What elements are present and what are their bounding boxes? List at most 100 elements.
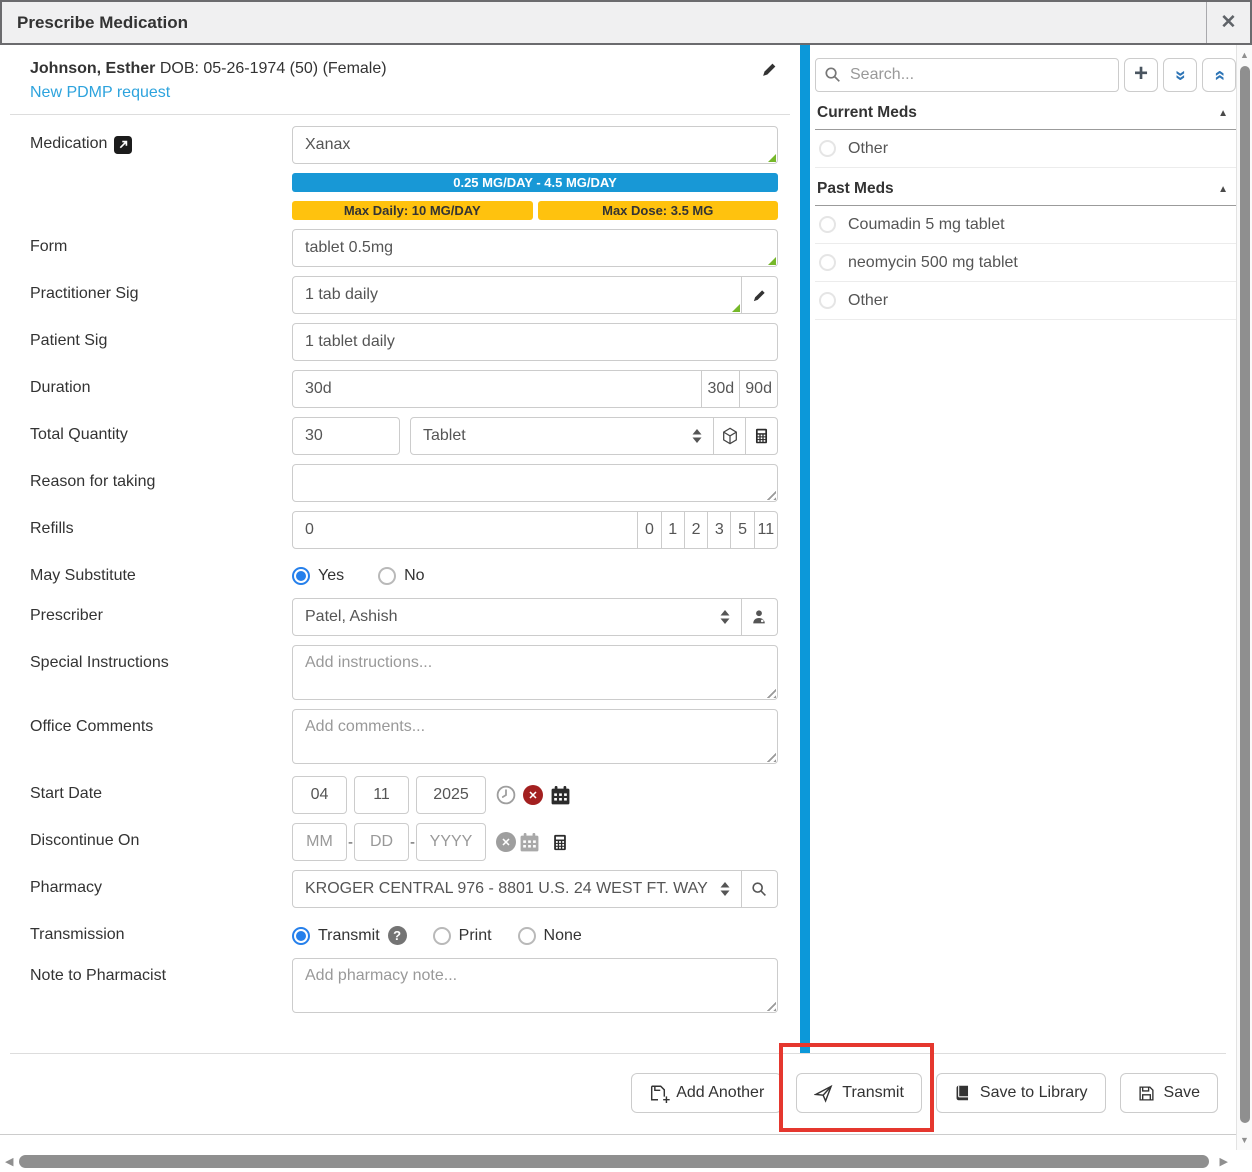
dispense-unit-button[interactable]	[713, 417, 746, 455]
prescriber-select[interactable]: Patel, Ashish	[292, 598, 742, 636]
bottom-separator	[0, 1134, 1236, 1135]
quantity-unit-select[interactable]: Tablet	[410, 417, 714, 455]
special-instructions-label: Special Instructions	[30, 654, 169, 672]
doctor-icon	[751, 609, 767, 625]
transmission-none-radio[interactable]	[518, 927, 536, 945]
close-icon: ✕	[1221, 11, 1237, 34]
quantity-unit-value: Tablet	[423, 427, 685, 445]
calculate-date-icon[interactable]	[551, 833, 569, 852]
past-med-item-coumadin[interactable]: Coumadin 5 mg tablet	[815, 206, 1236, 244]
current-meds-header[interactable]: Current Meds ▲	[815, 92, 1236, 130]
reason-input[interactable]	[292, 464, 778, 502]
collapse-triangle-icon[interactable]: ▲	[1218, 184, 1228, 195]
total-quantity-label: Total Quantity	[30, 426, 128, 444]
meds-sidebar: + » » Current Meds ▲ Other Past Meds ▲	[810, 45, 1236, 1053]
current-med-item-other[interactable]: Other	[815, 130, 1236, 168]
note-to-pharmacist-label: Note to Pharmacist	[30, 967, 166, 985]
past-med-item-neomycin[interactable]: neomycin 500 mg tablet	[815, 244, 1236, 282]
close-button[interactable]: ✕	[1206, 2, 1250, 43]
substitute-yes-radio[interactable]	[292, 567, 310, 585]
scroll-right-arrow-icon[interactable]: ▶	[1220, 1150, 1228, 1172]
save-to-library-button[interactable]: Save to Library	[936, 1073, 1106, 1113]
refills-quick-1-button[interactable]: 1	[661, 511, 685, 549]
practitioner-sig-label: Practitioner Sig	[30, 285, 139, 303]
clear-discontinue-date-icon[interactable]: ✕	[496, 832, 516, 852]
duration-input[interactable]	[292, 370, 702, 408]
refills-quick-11-button[interactable]: 11	[754, 511, 778, 549]
refills-quick-3-button[interactable]: 3	[707, 511, 731, 549]
form-input[interactable]: tablet 0.5mg	[292, 229, 778, 267]
header-separator	[10, 114, 790, 115]
refills-quick-2-button[interactable]: 2	[684, 511, 708, 549]
scroll-left-arrow-icon[interactable]: ◀	[5, 1150, 13, 1172]
refills-quick-5-button[interactable]: 5	[730, 511, 754, 549]
external-link-icon[interactable]	[114, 136, 132, 154]
past-meds-header[interactable]: Past Meds ▲	[815, 168, 1236, 206]
transmission-transmit-label: Transmit	[318, 927, 380, 945]
horizontal-scroll-thumb[interactable]	[19, 1155, 1209, 1168]
prescriber-info-button[interactable]	[741, 598, 778, 636]
calculator-icon	[753, 427, 770, 445]
expand-all-button[interactable]: »	[1163, 58, 1197, 92]
edit-sig-button[interactable]	[741, 276, 778, 314]
transmit-button[interactable]: Transmit	[796, 1073, 922, 1113]
calculate-quantity-button[interactable]	[745, 417, 778, 455]
past-med-item-other[interactable]: Other	[815, 282, 1236, 320]
transmission-print-radio[interactable]	[433, 927, 451, 945]
add-med-button[interactable]: +	[1124, 58, 1158, 92]
dialog-content: Johnson, Esther DOB: 05-26-1974 (50) (Fe…	[0, 45, 1236, 1150]
discontinue-year-input[interactable]	[416, 823, 486, 861]
special-instructions-input[interactable]	[292, 645, 778, 700]
office-comments-input[interactable]	[292, 709, 778, 764]
horizontal-scrollbar[interactable]: ◀ ▶	[0, 1150, 1236, 1172]
search-icon	[824, 66, 841, 83]
clear-start-date-icon[interactable]: ✕	[523, 785, 543, 805]
date-separator: -	[347, 834, 354, 851]
help-icon[interactable]: ?	[388, 926, 407, 945]
prescribe-medication-dialog: Prescribe Medication ✕ Johnson, Esther D…	[0, 0, 1252, 1172]
x-icon: ✕	[501, 836, 510, 849]
substitute-no-radio[interactable]	[378, 567, 396, 585]
pharmacy-select[interactable]: KROGER CENTRAL 976 - 8801 U.S. 24 WEST F…	[292, 870, 742, 908]
dose-range-banner: 0.25 MG/DAY - 4.5 MG/DAY	[292, 173, 778, 192]
calendar-icon[interactable]	[550, 785, 571, 806]
medication-label: Medication	[30, 135, 107, 153]
meds-search-input[interactable]	[815, 58, 1119, 92]
pharmacy-note-input[interactable]	[292, 958, 778, 1013]
scroll-down-arrow-icon[interactable]: ▼	[1237, 1132, 1252, 1148]
practitioner-sig-input[interactable]: 1 tab daily	[292, 276, 742, 314]
refills-label: Refills	[30, 520, 74, 538]
patient-sig-input[interactable]	[292, 323, 778, 361]
discontinue-month-input[interactable]	[292, 823, 347, 861]
vertical-scrollbar[interactable]: ▲ ▼	[1236, 45, 1252, 1150]
save-button[interactable]: Save	[1120, 1073, 1218, 1113]
start-date-month-input[interactable]	[292, 776, 347, 814]
refills-quick-0-button[interactable]: 0	[637, 511, 661, 549]
vertical-scroll-thumb[interactable]	[1240, 66, 1250, 1123]
duration-quick-90d-button[interactable]: 90d	[739, 370, 778, 408]
substitute-no-label: No	[404, 567, 424, 585]
chevron-double-up-icon: »	[1209, 70, 1228, 81]
pharmacy-search-button[interactable]	[741, 870, 778, 908]
collapse-all-button[interactable]: »	[1202, 58, 1236, 92]
scroll-up-arrow-icon[interactable]: ▲	[1237, 47, 1252, 63]
current-meds-title: Current Meds	[817, 104, 917, 122]
collapse-triangle-icon[interactable]: ▲	[1218, 108, 1228, 119]
duration-quick-30d-button[interactable]: 30d	[701, 370, 740, 408]
discontinue-day-input[interactable]	[354, 823, 409, 861]
start-date-day-input[interactable]	[354, 776, 409, 814]
clock-icon[interactable]	[496, 785, 516, 805]
refills-input[interactable]	[292, 511, 638, 549]
start-date-year-input[interactable]	[416, 776, 486, 814]
transmission-transmit-radio[interactable]	[292, 927, 310, 945]
add-another-button[interactable]: + Add Another	[631, 1073, 782, 1113]
medication-input[interactable]: Xanax	[292, 126, 778, 164]
total-quantity-input[interactable]	[292, 417, 400, 455]
med-bullet-icon	[819, 140, 836, 157]
plus-icon: +	[1134, 62, 1148, 86]
date-separator: -	[409, 834, 416, 851]
calendar-gray-icon[interactable]	[519, 832, 540, 853]
edit-patient-button[interactable]	[761, 61, 778, 78]
new-pdmp-request-link[interactable]: New PDMP request	[30, 84, 170, 102]
max-daily-banner: Max Daily: 10 MG/DAY	[292, 201, 533, 220]
